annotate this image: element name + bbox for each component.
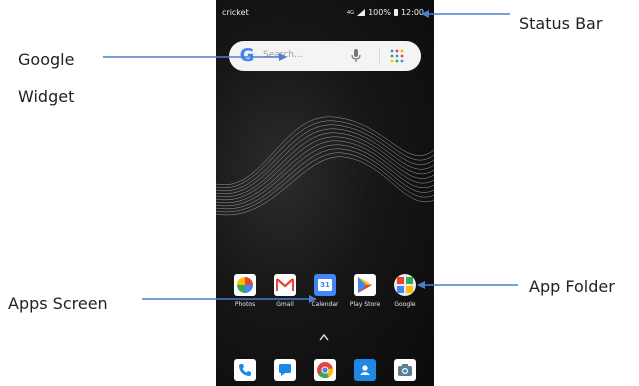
phone-icon[interactable] — [234, 359, 256, 381]
calendar-day: 31 — [318, 279, 332, 291]
home-app-row: Photos Gmail 31 Calendar Play Store Goog… — [226, 274, 426, 324]
app-label: Google — [394, 301, 416, 308]
clock: 12:00 — [400, 8, 424, 17]
app-gmail[interactable]: Gmail — [266, 274, 304, 324]
photos-icon — [234, 274, 256, 296]
contacts-icon[interactable] — [354, 359, 376, 381]
widget-divider — [379, 49, 380, 63]
app-play-store[interactable]: Play Store — [346, 274, 384, 324]
gmail-icon — [274, 274, 296, 296]
app-google-folder[interactable]: Google — [386, 274, 424, 324]
camera-icon[interactable] — [394, 359, 416, 381]
app-label: Photos — [234, 301, 256, 308]
signal-icon — [357, 9, 366, 16]
carrier-name: cricket — [222, 8, 249, 17]
chevron-up-icon[interactable] — [319, 333, 329, 341]
calendar-icon: 31 — [314, 274, 336, 296]
search-placeholder[interactable]: Search... — [263, 50, 303, 60]
app-label: Calendar — [311, 301, 339, 308]
battery-percent: 100% — [368, 8, 391, 17]
chrome-icon[interactable] — [314, 359, 336, 381]
google-folder-icon — [394, 274, 416, 296]
status-bar: cricket 4G 100% 12:00 — [216, 0, 434, 22]
callout-google-widget-line2: Widget — [18, 87, 75, 106]
phone-screen: cricket 4G 100% 12:00 G Search... Photos… — [216, 0, 434, 386]
google-g-icon: G — [239, 45, 255, 66]
app-calendar[interactable]: 31 Calendar — [306, 274, 344, 324]
play-store-icon — [354, 274, 376, 296]
callout-status-bar: Status Bar — [519, 14, 603, 33]
status-indicators: 4G 100% 12:00 — [347, 8, 424, 17]
network-type: 4G — [347, 9, 355, 16]
microphone-icon[interactable] — [351, 49, 361, 63]
callout-apps-screen: Apps Screen — [8, 294, 108, 313]
app-drawer-grid-icon[interactable] — [390, 49, 404, 63]
app-label: Play Store — [349, 301, 381, 308]
battery-icon — [393, 9, 398, 16]
callout-app-folder: App Folder — [529, 277, 615, 296]
wallpaper-waves — [216, 116, 434, 216]
app-photos[interactable]: Photos — [226, 274, 264, 324]
app-label: Gmail — [276, 301, 294, 308]
callout-google-widget-line1: Google — [18, 50, 75, 69]
messages-icon[interactable] — [274, 359, 296, 381]
google-search-widget[interactable]: G Search... — [229, 41, 421, 71]
dock — [226, 355, 426, 385]
